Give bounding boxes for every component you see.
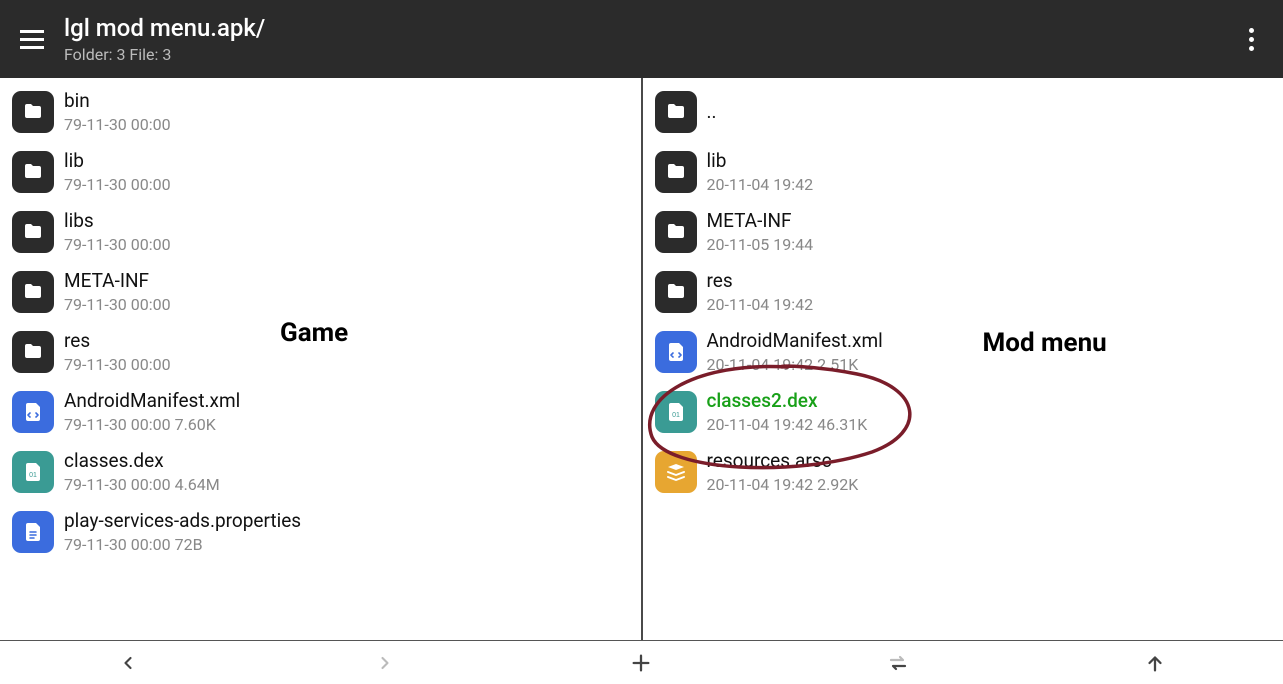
file-name: .. (707, 101, 717, 124)
file-row[interactable]: lib 79-11-30 00:00 (0, 142, 641, 202)
folder-icon (655, 91, 697, 133)
file-texts: META-INF 79-11-30 00:00 (64, 270, 171, 315)
file-row[interactable]: res 20-11-04 19:42 (643, 262, 1283, 322)
pane-left: Game bin79-11-30 00:00lib79-11-30 00:00l… (0, 78, 643, 640)
file-row[interactable]: AndroidManifest.xml 20-11-04 19:42 2.51K (643, 322, 1283, 382)
file-row[interactable]: .. (643, 82, 1283, 142)
xml-icon (655, 331, 697, 373)
header-subtitle: Folder: 3 File: 3 (64, 45, 1231, 64)
file-name: bin (64, 90, 171, 113)
pane-right: Mod menu ..lib20-11-04 19:42META-INF20-1… (643, 78, 1283, 640)
file-texts: bin 79-11-30 00:00 (64, 90, 171, 135)
file-name: resources.arsc (707, 450, 859, 473)
file-texts: META-INF 20-11-05 19:44 (707, 210, 814, 255)
file-texts: classes2.dex 20-11-04 19:42 46.31K (707, 390, 868, 435)
file-name: libs (64, 210, 171, 233)
file-texts: res 79-11-30 00:00 (64, 330, 171, 375)
more-icon[interactable] (1231, 19, 1271, 59)
file-meta: 20-11-04 19:42 46.31K (707, 415, 868, 434)
xml-icon (12, 391, 54, 433)
file-name: res (64, 330, 171, 353)
file-meta: 79-11-30 00:00 (64, 355, 171, 374)
file-name: res (707, 270, 814, 293)
folder-icon (12, 271, 54, 313)
header-title: lgl mod menu.apk/ (64, 14, 1231, 42)
bottom-toolbar (0, 640, 1283, 684)
add-button[interactable] (513, 641, 770, 684)
file-name: lib (64, 150, 171, 173)
folder-icon (12, 151, 54, 193)
file-row[interactable]: bin 79-11-30 00:00 (0, 82, 641, 142)
file-name: play-services-ads.properties (64, 510, 301, 533)
file-texts: AndroidManifest.xml 20-11-04 19:42 2.51K (707, 330, 883, 375)
file-texts: lib 79-11-30 00:00 (64, 150, 171, 195)
file-meta: 79-11-30 00:00 (64, 175, 171, 194)
file-meta: 20-11-04 19:42 2.92K (707, 475, 859, 494)
file-name: META-INF (64, 270, 171, 293)
file-row[interactable]: META-INF 79-11-30 00:00 (0, 262, 641, 322)
folder-icon (12, 91, 54, 133)
back-button[interactable] (0, 641, 257, 684)
folder-icon (655, 211, 697, 253)
file-name: classes2.dex (707, 390, 868, 413)
file-meta: 20-11-04 19:42 (707, 295, 814, 314)
file-row[interactable]: 01 classes2.dex 20-11-04 19:42 46.31K (643, 382, 1283, 442)
svg-text:01: 01 (672, 412, 680, 419)
swap-button[interactable] (770, 641, 1027, 684)
file-meta: 20-11-04 19:42 (707, 175, 814, 194)
file-row[interactable]: 01 classes.dex 79-11-30 00:00 4.64M (0, 442, 641, 502)
svg-text:01: 01 (29, 472, 37, 479)
dex-icon: 01 (12, 451, 54, 493)
file-meta: 79-11-30 00:00 (64, 295, 171, 314)
dual-pane: Game bin79-11-30 00:00lib79-11-30 00:00l… (0, 78, 1283, 640)
menu-icon[interactable] (12, 19, 52, 59)
file-row[interactable]: res 79-11-30 00:00 (0, 322, 641, 382)
file-texts: lib 20-11-04 19:42 (707, 150, 814, 195)
file-texts: classes.dex 79-11-30 00:00 4.64M (64, 450, 220, 495)
file-row[interactable]: resources.arsc 20-11-04 19:42 2.92K (643, 442, 1283, 502)
file-name: lib (707, 150, 814, 173)
file-name: classes.dex (64, 450, 220, 473)
file-meta: 79-11-30 00:00 4.64M (64, 475, 220, 494)
file-texts: res 20-11-04 19:42 (707, 270, 814, 315)
file-meta: 79-11-30 00:00 (64, 115, 171, 134)
file-meta: 20-11-05 19:44 (707, 235, 814, 254)
file-texts: .. (707, 101, 717, 124)
arsc-icon (655, 451, 697, 493)
file-meta: 20-11-04 19:42 2.51K (707, 355, 883, 374)
file-row[interactable]: lib 20-11-04 19:42 (643, 142, 1283, 202)
file-row[interactable]: play-services-ads.properties 79-11-30 00:… (0, 502, 641, 562)
folder-icon (655, 271, 697, 313)
file-texts: resources.arsc 20-11-04 19:42 2.92K (707, 450, 859, 495)
file-row[interactable]: libs 79-11-30 00:00 (0, 202, 641, 262)
file-row[interactable]: AndroidManifest.xml 79-11-30 00:00 7.60K (0, 382, 641, 442)
file-texts: AndroidManifest.xml 79-11-30 00:00 7.60K (64, 390, 240, 435)
file-meta: 79-11-30 00:00 72B (64, 535, 301, 554)
header-titles: lgl mod menu.apk/ Folder: 3 File: 3 (64, 14, 1231, 64)
forward-button (257, 641, 514, 684)
file-name: AndroidManifest.xml (64, 390, 240, 413)
file-meta: 79-11-30 00:00 (64, 235, 171, 254)
file-meta: 79-11-30 00:00 7.60K (64, 415, 240, 434)
folder-icon (12, 331, 54, 373)
app-header: lgl mod menu.apk/ Folder: 3 File: 3 (0, 0, 1283, 78)
file-texts: play-services-ads.properties 79-11-30 00:… (64, 510, 301, 555)
file-name: AndroidManifest.xml (707, 330, 883, 353)
file-row[interactable]: META-INF 20-11-05 19:44 (643, 202, 1283, 262)
folder-icon (12, 211, 54, 253)
doc-icon (12, 511, 54, 553)
file-name: META-INF (707, 210, 814, 233)
up-button[interactable] (1026, 641, 1283, 684)
dex-icon: 01 (655, 391, 697, 433)
file-texts: libs 79-11-30 00:00 (64, 210, 171, 255)
folder-icon (655, 151, 697, 193)
